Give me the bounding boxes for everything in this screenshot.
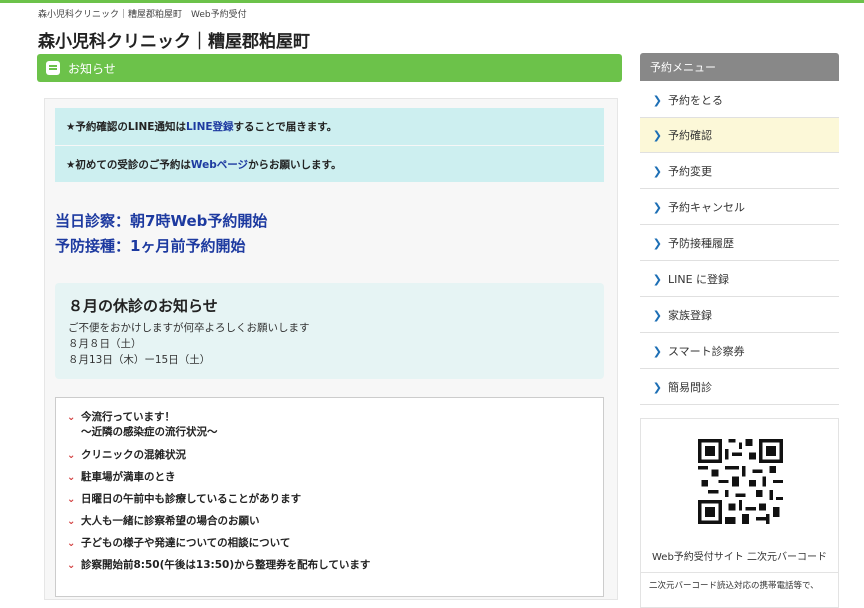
info-text: ★予約確認のLINE通知は bbox=[66, 121, 186, 133]
sidebar-item-confirm[interactable]: ❯ 予約確認 bbox=[640, 118, 839, 153]
info-text: ★初めての受診のご予約は bbox=[66, 158, 191, 171]
chevron-right-icon: ❯ bbox=[652, 344, 662, 358]
closed-notice-title: ８月の休診のお知らせ bbox=[68, 297, 218, 315]
sidebar-item-questionnaire[interactable]: ❯ 簡易問診 bbox=[640, 370, 839, 405]
qr-note: 二次元バーコード読込対応の携帯電話等で、 bbox=[649, 581, 819, 591]
info-box-line: ★予約確認のLINE通知は LINE登録 することで届きます。 bbox=[55, 108, 604, 145]
chevron-right-icon: ❯ bbox=[652, 164, 662, 178]
closed-notice-line: ご不便をおかけしますが何卒よろしくお願いします bbox=[68, 322, 310, 334]
chevron-right-icon: ❯ bbox=[652, 236, 662, 250]
chevron-down-icon: ⌄ bbox=[67, 450, 76, 461]
top-accent-line bbox=[0, 0, 864, 3]
chevron-down-icon: ⌄ bbox=[67, 516, 76, 527]
chevron-down-icon: ⌄ bbox=[67, 472, 76, 483]
notice-header: お知らせ bbox=[37, 54, 622, 82]
breadcrumb: 森小児科クリニック｜糟屋郡粕屋町 Web予約受付 bbox=[38, 10, 247, 20]
info-link-tickets[interactable]: ⌄ 診察開始前8:50(午後は13:50)から整理券を配布しています bbox=[67, 558, 370, 573]
sidebar-title: 予約メニュー bbox=[640, 53, 839, 81]
closed-days-notice: ８月の休診のお知らせ ご不便をおかけしますが何卒よろしくお願いします ８月８日（… bbox=[55, 283, 604, 379]
closed-notice-line: ８月13日（木）ー15日（土） bbox=[68, 354, 211, 366]
chevron-right-icon: ❯ bbox=[652, 272, 662, 286]
qr-code-image bbox=[698, 439, 783, 524]
notice-header-label: お知らせ bbox=[68, 61, 116, 76]
info-link-epidemic[interactable]: ⌄ 今流行っています！ 〜近隣の感染症の流行状況〜 bbox=[67, 410, 218, 440]
info-box-first-visit: ★初めての受診のご予約は Webページ からお願いします。 bbox=[55, 146, 604, 182]
info-link-sunday[interactable]: ⌄ 日曜日の午前中も診療していることがあります bbox=[67, 492, 301, 507]
headline-vaccination: 予防接種：1ヶ月前予約開始 bbox=[55, 237, 246, 255]
sidebar-item-smart-card[interactable]: ❯ スマート診察券 bbox=[640, 334, 839, 369]
speech-bubble-icon bbox=[46, 61, 60, 75]
sidebar-item-book[interactable]: ❯ 予約をとる bbox=[640, 83, 839, 118]
chevron-down-icon: ⌄ bbox=[67, 494, 76, 505]
sidebar-item-line[interactable]: ❯ LINE に登録 bbox=[640, 262, 839, 297]
info-link-parking[interactable]: ⌄ 駐車場が満車のとき bbox=[67, 470, 176, 485]
closed-notice-line: ８月８日（土） bbox=[68, 338, 142, 350]
sidebar-item-family[interactable]: ❯ 家族登録 bbox=[640, 298, 839, 333]
chevron-right-icon: ❯ bbox=[652, 93, 662, 107]
chevron-right-icon: ❯ bbox=[652, 380, 662, 394]
chevron-down-icon: ⌄ bbox=[67, 412, 76, 423]
info-link-adults[interactable]: ⌄ 大人も一緒に診察希望の場合のお願い bbox=[67, 514, 260, 529]
chevron-right-icon: ❯ bbox=[652, 128, 662, 142]
sidebar-item-cancel[interactable]: ❯ 予約キャンセル bbox=[640, 190, 839, 225]
chevron-right-icon: ❯ bbox=[652, 200, 662, 214]
line-register-link[interactable]: LINE登録 bbox=[186, 119, 234, 134]
info-links-box: ⌄ 今流行っています！ 〜近隣の感染症の流行状況〜 ⌄ クリニックの混雑状況 ⌄ … bbox=[55, 397, 604, 597]
info-link-crowd[interactable]: ⌄ クリニックの混雑状況 bbox=[67, 448, 186, 463]
qr-panel: Web予約受付サイト 二次元バーコード 二次元バーコード読込対応の携帯電話等で、 bbox=[640, 418, 839, 608]
info-text: することで届きます。 bbox=[233, 121, 338, 133]
info-text: からお願いします。 bbox=[248, 158, 342, 171]
qr-caption: Web予約受付サイト 二次元バーコード bbox=[652, 552, 827, 563]
chevron-down-icon: ⌄ bbox=[67, 538, 76, 549]
divider bbox=[641, 572, 838, 573]
chevron-down-icon: ⌄ bbox=[67, 560, 76, 571]
sidebar-item-change[interactable]: ❯ 予約変更 bbox=[640, 154, 839, 189]
info-link-development[interactable]: ⌄ 子どもの様子や発達についての相談について bbox=[67, 536, 290, 551]
headline-same-day: 当日診察：朝7時Web予約開始 bbox=[55, 212, 268, 230]
web-page-link[interactable]: Webページ bbox=[191, 157, 248, 172]
chevron-right-icon: ❯ bbox=[652, 308, 662, 322]
page-title: 森小児科クリニック｜糟屋郡粕屋町 bbox=[38, 32, 310, 52]
sidebar-item-vaccine-history[interactable]: ❯ 予防接種履歴 bbox=[640, 226, 839, 261]
